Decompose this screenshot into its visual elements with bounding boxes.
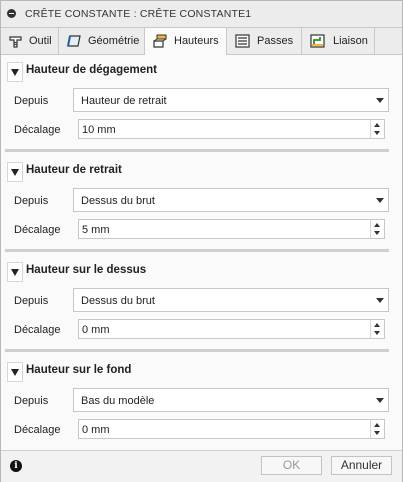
- tab-geometrie-label: Géométrie: [88, 35, 140, 47]
- depuis-value: Hauteur de retrait: [81, 95, 167, 107]
- heights-panel: Hauteur de dégagement Depuis Hauteur de …: [1, 55, 402, 450]
- tool-icon: [7, 32, 25, 50]
- spin-up-icon[interactable]: [374, 423, 380, 427]
- spin-down-icon[interactable]: [374, 331, 380, 335]
- collapse-caret-icon[interactable]: [7, 62, 23, 82]
- tab-outil[interactable]: Outil: [1, 28, 59, 54]
- spinner-buttons[interactable]: [370, 120, 384, 138]
- spin-down-icon[interactable]: [374, 131, 380, 135]
- collapse-caret-icon[interactable]: [7, 162, 23, 182]
- linking-icon: [308, 32, 326, 50]
- depuis-select[interactable]: Dessus du brut: [73, 288, 389, 312]
- depuis-value: Bas du modèle: [81, 395, 155, 407]
- collapse-icon[interactable]: [7, 9, 16, 18]
- spinner-buttons[interactable]: [370, 220, 384, 238]
- heights-icon: [151, 32, 169, 50]
- decalage-label: Décalage: [14, 424, 61, 436]
- spin-up-icon[interactable]: [374, 123, 380, 127]
- section-divider: [5, 349, 389, 352]
- tab-passes[interactable]: Passes: [227, 28, 302, 54]
- collapse-caret-icon[interactable]: [7, 362, 23, 382]
- tab-hauteurs-label: Hauteurs: [174, 35, 219, 47]
- dropdown-arrow-icon: [376, 98, 384, 103]
- tab-liaison-label: Liaison: [333, 35, 368, 47]
- decalage-value: 0 mm: [82, 324, 110, 336]
- tab-hauteurs[interactable]: Hauteurs: [145, 28, 227, 55]
- collapse-caret-icon[interactable]: [7, 262, 23, 282]
- group-title: Hauteur de retrait: [26, 164, 122, 176]
- section-divider: [5, 249, 389, 252]
- depuis-value: Dessus du brut: [81, 295, 155, 307]
- passes-icon: [233, 32, 251, 50]
- tab-liaison[interactable]: Liaison: [302, 28, 375, 54]
- decalage-label: Décalage: [14, 324, 61, 336]
- decalage-label: Décalage: [14, 224, 61, 236]
- info-icon[interactable]: i: [10, 460, 22, 472]
- decalage-label: Décalage: [14, 124, 61, 136]
- dialog-titlebar[interactable]: CRÊTE CONSTANTE : CRÊTE CONSTANTE1: [1, 1, 402, 28]
- dropdown-arrow-icon: [376, 198, 384, 203]
- spinner-buttons[interactable]: [370, 320, 384, 338]
- depuis-label: Depuis: [14, 95, 49, 107]
- ok-button[interactable]: OK: [261, 456, 322, 475]
- group-hauteur-retrait[interactable]: Hauteur de retrait: [1, 158, 402, 182]
- spin-down-icon[interactable]: [374, 231, 380, 235]
- group-title: Hauteur sur le dessus: [26, 264, 147, 276]
- group-hauteur-degagement[interactable]: Hauteur de dégagement: [1, 58, 402, 82]
- decalage-input[interactable]: 5 mm: [78, 219, 385, 239]
- tab-bar: Outil Géométrie Hauteurs Passes Liaison: [1, 28, 402, 55]
- dialog-title: CRÊTE CONSTANTE : CRÊTE CONSTANTE1: [25, 8, 252, 20]
- depuis-label: Depuis: [14, 195, 49, 207]
- tab-outil-label: Outil: [29, 35, 52, 47]
- depuis-select[interactable]: Bas du modèle: [73, 388, 389, 412]
- decalage-value: 0 mm: [82, 424, 110, 436]
- spinner-buttons[interactable]: [370, 420, 384, 438]
- decalage-value: 10 mm: [82, 124, 116, 136]
- tab-passes-label: Passes: [257, 35, 294, 47]
- dropdown-arrow-icon: [376, 398, 384, 403]
- dropdown-arrow-icon: [376, 298, 384, 303]
- spin-up-icon[interactable]: [374, 323, 380, 327]
- crete-constante-dialog: CRÊTE CONSTANTE : CRÊTE CONSTANTE1 Outil…: [0, 0, 403, 482]
- group-title: Hauteur sur le fond: [26, 364, 132, 376]
- group-hauteur-dessus[interactable]: Hauteur sur le dessus: [1, 258, 402, 282]
- depuis-label: Depuis: [14, 395, 49, 407]
- spin-up-icon[interactable]: [374, 223, 380, 227]
- decalage-input[interactable]: 10 mm: [78, 119, 385, 139]
- geometry-icon: [65, 32, 83, 50]
- decalage-input[interactable]: 0 mm: [78, 319, 385, 339]
- depuis-select[interactable]: Dessus du brut: [73, 188, 389, 212]
- depuis-select[interactable]: Hauteur de retrait: [73, 88, 389, 112]
- cancel-button[interactable]: Annuler: [331, 456, 392, 475]
- group-title: Hauteur de dégagement: [26, 64, 157, 76]
- group-hauteur-fond[interactable]: Hauteur sur le fond: [1, 358, 402, 382]
- depuis-value: Dessus du brut: [81, 195, 155, 207]
- spin-down-icon[interactable]: [374, 431, 380, 435]
- decalage-input[interactable]: 0 mm: [78, 419, 385, 439]
- dialog-footer: i OK Annuler: [1, 450, 402, 482]
- decalage-value: 5 mm: [82, 224, 110, 236]
- depuis-label: Depuis: [14, 295, 49, 307]
- section-divider: [5, 149, 389, 152]
- tab-geometrie[interactable]: Géométrie: [59, 28, 145, 54]
